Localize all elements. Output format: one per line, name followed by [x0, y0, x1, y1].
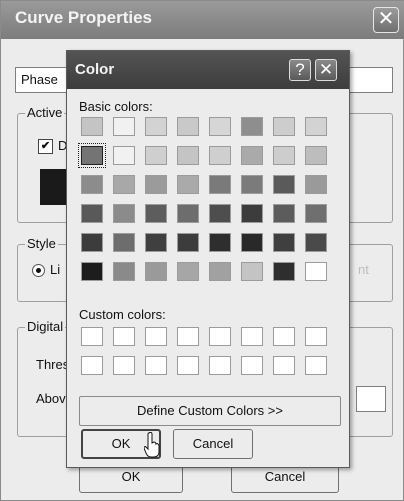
basic-color-swatch[interactable] [177, 233, 199, 252]
above-field[interactable] [356, 386, 386, 412]
custom-color-swatch[interactable] [81, 356, 103, 375]
custom-color-swatch[interactable] [177, 356, 199, 375]
basic-color-swatch[interactable] [241, 117, 263, 136]
style-radio-label: Li [50, 262, 61, 277]
basic-color-swatch[interactable] [305, 175, 327, 194]
basic-color-swatch[interactable] [177, 146, 199, 165]
basic-color-swatch[interactable] [209, 233, 231, 252]
help-icon: ? [295, 60, 305, 79]
custom-color-swatch[interactable] [81, 327, 103, 346]
basic-color-swatch[interactable] [81, 262, 103, 281]
basic-colors-grid [78, 117, 337, 283]
basic-color-swatch[interactable] [113, 117, 135, 136]
basic-color-swatch[interactable] [113, 146, 135, 165]
basic-color-swatch[interactable] [305, 204, 327, 223]
basic-color-swatch[interactable] [113, 233, 135, 252]
threshold-label: Thres [36, 357, 70, 372]
above-label: Abov [36, 391, 66, 406]
basic-color-swatch[interactable] [241, 204, 263, 223]
basic-color-swatch[interactable] [145, 175, 167, 194]
digital-group-label: Digital [25, 319, 66, 334]
curve-properties-title: Curve Properties [15, 8, 152, 27]
define-custom-colors-button[interactable]: Define Custom Colors >> [79, 396, 341, 426]
hand-pointer-icon [144, 432, 160, 458]
basic-color-swatch[interactable] [177, 117, 199, 136]
basic-color-swatch[interactable] [81, 204, 103, 223]
basic-color-swatch[interactable] [209, 117, 231, 136]
basic-color-swatch[interactable] [241, 262, 263, 281]
basic-color-swatch[interactable] [305, 233, 327, 252]
basic-color-swatch[interactable] [273, 233, 295, 252]
basic-color-swatch[interactable] [145, 262, 167, 281]
color-dialog-title: Color [75, 61, 115, 78]
custom-color-swatch[interactable] [273, 356, 295, 375]
basic-color-swatch[interactable] [177, 175, 199, 194]
color-close-button[interactable]: ✕ [315, 59, 337, 81]
custom-color-swatch[interactable] [145, 327, 167, 346]
basic-color-swatch[interactable] [177, 204, 199, 223]
custom-color-swatch[interactable] [177, 327, 199, 346]
basic-color-swatch[interactable] [273, 204, 295, 223]
basic-color-swatch[interactable] [241, 175, 263, 194]
style-group-label: Style [25, 236, 58, 251]
curve-close-button[interactable]: ✕ [373, 7, 399, 33]
basic-color-swatch[interactable] [81, 117, 103, 136]
basic-color-swatch[interactable] [145, 117, 167, 136]
basic-color-swatch[interactable] [113, 262, 135, 281]
basic-color-swatch[interactable] [241, 233, 263, 252]
help-button[interactable]: ? [289, 59, 311, 81]
basic-color-swatch[interactable] [145, 233, 167, 252]
basic-color-swatch[interactable] [209, 204, 231, 223]
basic-color-swatch[interactable] [241, 146, 263, 165]
custom-color-swatch[interactable] [145, 356, 167, 375]
basic-color-swatch[interactable] [113, 204, 135, 223]
custom-color-swatch[interactable] [305, 327, 327, 346]
close-icon: ✕ [377, 8, 395, 30]
basic-color-swatch[interactable] [273, 117, 295, 136]
basic-color-swatch[interactable] [81, 175, 103, 194]
basic-color-swatch[interactable] [145, 204, 167, 223]
basic-color-swatch[interactable] [81, 233, 103, 252]
active-checkbox[interactable]: ✔ [38, 139, 53, 154]
custom-colors-grid [81, 327, 337, 377]
basic-color-swatch[interactable] [177, 262, 199, 281]
basic-color-swatch[interactable] [209, 262, 231, 281]
close-icon: ✕ [318, 60, 334, 79]
color-dialog: Color ? ✕ Basic colors: Custom colors: D… [66, 50, 350, 468]
color-titlebar[interactable]: Color ? ✕ [67, 51, 349, 89]
basic-color-swatch[interactable] [273, 262, 295, 281]
custom-color-swatch[interactable] [241, 356, 263, 375]
custom-color-swatch[interactable] [241, 327, 263, 346]
basic-color-swatch[interactable] [305, 262, 327, 281]
basic-color-swatch[interactable] [78, 143, 106, 168]
basic-color-swatch[interactable] [305, 117, 327, 136]
basic-color-swatch[interactable] [273, 146, 295, 165]
style-radio[interactable] [32, 264, 45, 277]
basic-color-swatch[interactable] [209, 146, 231, 165]
cancel-button[interactable]: Cancel [173, 429, 253, 459]
basic-color-swatch[interactable] [145, 146, 167, 165]
custom-color-swatch[interactable] [305, 356, 327, 375]
basic-color-swatch[interactable] [273, 175, 295, 194]
basic-color-swatch[interactable] [209, 175, 231, 194]
basic-color-swatch[interactable] [113, 175, 135, 194]
phase-label: Phase [21, 72, 58, 87]
custom-color-swatch[interactable] [209, 356, 231, 375]
custom-color-swatch[interactable] [113, 356, 135, 375]
curve-properties-titlebar[interactable]: Curve Properties ✕ [1, 1, 404, 39]
custom-colors-label: Custom colors: [79, 307, 166, 322]
active-group-label: Active [25, 105, 65, 120]
custom-color-swatch[interactable] [209, 327, 231, 346]
custom-color-swatch[interactable] [273, 327, 295, 346]
style-faded-label: nt [358, 262, 369, 277]
basic-color-swatch[interactable] [305, 146, 327, 165]
basic-colors-label: Basic colors: [79, 99, 153, 114]
custom-color-swatch[interactable] [113, 327, 135, 346]
